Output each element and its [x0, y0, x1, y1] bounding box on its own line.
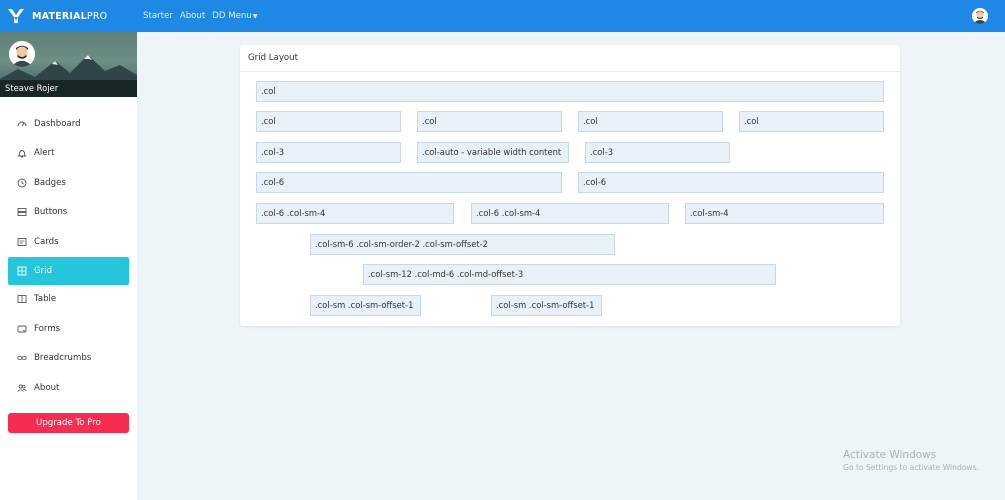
sidebar-item-dashboard[interactable]: Dashboard	[0, 109, 137, 139]
grid-cell: .col	[256, 111, 401, 132]
bell-icon	[17, 148, 27, 158]
watermark-subtitle: Go to Settings to activate Windows.	[843, 463, 980, 472]
sidebar-item-label: Breadcrumbs	[34, 353, 92, 364]
forms-icon	[17, 324, 27, 334]
topbar: MATERIALPRO Starter About DD Menu▼	[0, 0, 1005, 32]
clock-icon	[17, 178, 27, 188]
link-icon	[17, 353, 27, 363]
sidebar-item-forms[interactable]: Forms	[0, 314, 137, 344]
grid-cell: .col-6 .col-sm-4	[256, 203, 454, 224]
grid-cell: .col-sm-6 .col-sm-order-2 .col-sm-offset…	[310, 234, 615, 255]
nav-dd-menu-label: DD Menu	[212, 11, 252, 21]
activate-windows-watermark: Activate Windows Go to Settings to activ…	[843, 449, 979, 472]
sidebar-item-label: Badges	[34, 177, 66, 188]
brand[interactable]: MATERIALPRO	[0, 9, 137, 23]
sidebar-item-label: Grid	[34, 265, 53, 276]
brand-bold: MATERIAL	[32, 10, 87, 22]
profile-name[interactable]: Steave Rojer	[0, 80, 137, 97]
sidebar-item-label: Dashboard	[34, 118, 81, 129]
sidebar-item-grid[interactable]: Grid	[8, 256, 129, 285]
sidebar-item-label: About	[34, 382, 60, 393]
grid-cell: .col-3	[585, 142, 730, 163]
sidebar-item-label: Alert	[34, 148, 55, 159]
sidebar-item-cards[interactable]: Cards	[0, 227, 137, 257]
top-nav: Starter About DD Menu▼	[143, 11, 264, 21]
gauge-icon	[17, 119, 27, 129]
brand-light: PRO	[86, 10, 108, 22]
chevron-down-icon: ▼	[252, 13, 258, 20]
grid-cell: .col-sm .col-sm-offset-1	[491, 295, 602, 316]
profile-avatar[interactable]	[9, 41, 35, 67]
grid-cell: .col-6	[578, 172, 884, 193]
grid-cell: .col-sm .col-sm-offset-1	[310, 295, 421, 316]
server-icon	[17, 207, 27, 217]
watermark-title: Activate Windows	[843, 449, 937, 461]
profile-banner: Steave Rojer	[0, 32, 137, 97]
sidebar-item-buttons[interactable]: Buttons	[0, 198, 137, 228]
sidebar-item-label: Forms	[34, 323, 61, 334]
grid-cell: .col-sm-12 .col-md-6 .col-md-offset-3	[363, 264, 776, 285]
grid-cell: .col	[578, 111, 723, 132]
nav-about-link[interactable]: About	[180, 11, 205, 21]
grid-cell: .col-6	[256, 172, 562, 193]
brand-text: MATERIALPRO	[32, 11, 107, 22]
nav-dd-menu[interactable]: DD Menu▼	[212, 11, 257, 21]
sidebar: Steave Rojer Dashboard Alert Badges Butt…	[0, 32, 137, 500]
avatar-icon	[9, 41, 35, 67]
table-icon	[17, 294, 27, 304]
grid-cell: .col	[417, 111, 562, 132]
grid-cell: .col-6 .col-sm-4	[471, 203, 669, 224]
grid-cell: .col	[256, 81, 884, 102]
sidebar-item-label: Cards	[34, 236, 59, 247]
sidebar-menu: Dashboard Alert Badges Buttons Cards Gri…	[0, 109, 137, 403]
grid-cell: .col-3	[256, 142, 401, 163]
user-avatar[interactable]	[972, 8, 988, 24]
users-icon	[17, 383, 27, 393]
upgrade-button[interactable]: Upgrade To Pro	[8, 413, 129, 433]
grid-cell: .col-auto - variable width content	[417, 142, 569, 163]
grid-layout-card: Grid Layout .col .col .col .col .col .co…	[240, 45, 900, 326]
grid-cell: .col-sm-4	[685, 203, 884, 224]
card-title: Grid Layout	[240, 45, 900, 72]
sidebar-item-table[interactable]: Table	[0, 285, 137, 315]
avatar-icon	[972, 8, 988, 24]
logo-icon	[8, 9, 24, 23]
grid-cell: .col	[739, 111, 884, 132]
sidebar-item-label: Table	[34, 294, 57, 305]
sidebar-item-breadcrumbs[interactable]: Breadcrumbs	[0, 344, 137, 374]
sidebar-item-about[interactable]: About	[0, 373, 137, 403]
card-icon	[17, 237, 27, 247]
sidebar-item-badges[interactable]: Badges	[0, 168, 137, 198]
sidebar-item-alert[interactable]: Alert	[0, 139, 137, 169]
nav-starter-link[interactable]: Starter	[143, 11, 173, 21]
sidebar-item-label: Buttons	[34, 207, 68, 218]
grid-icon	[17, 266, 27, 276]
